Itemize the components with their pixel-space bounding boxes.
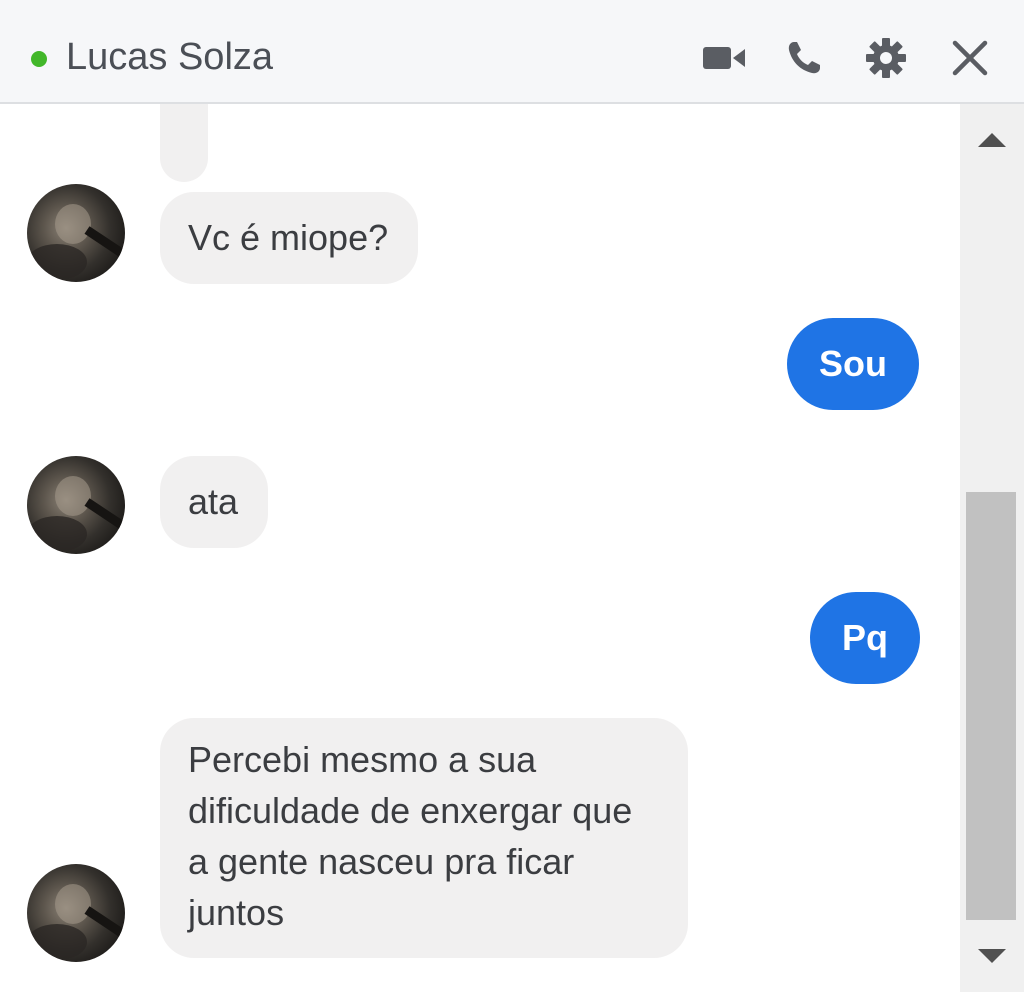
scroll-up-arrow-icon[interactable]: [960, 108, 1024, 172]
online-status-dot: [31, 51, 47, 67]
phone-icon[interactable]: [778, 32, 830, 84]
chat-header: Lucas Solza: [0, 0, 1024, 104]
scrollbar[interactable]: [960, 104, 1024, 992]
contact-avatar[interactable]: [27, 456, 125, 554]
previous-message-bubble: [160, 104, 208, 182]
incoming-message[interactable]: ata: [160, 456, 269, 548]
contact-avatar[interactable]: [27, 864, 125, 962]
outgoing-message[interactable]: Pq: [810, 592, 920, 684]
video-camera-icon[interactable]: [698, 32, 750, 84]
contact-name[interactable]: Lucas Solza: [66, 34, 273, 80]
chat-window: Lucas Solza Vc é miope? Sou ata Pq Perce…: [0, 0, 1024, 992]
outgoing-message[interactable]: Sou: [787, 318, 919, 410]
scroll-down-arrow-icon[interactable]: [960, 924, 1024, 988]
incoming-message[interactable]: Vc é miope?: [160, 192, 419, 284]
incoming-message[interactable]: Percebi mesmo a sua dificuldade de enxer…: [160, 718, 688, 958]
contact-avatar[interactable]: [27, 184, 125, 282]
gear-icon[interactable]: [860, 32, 912, 84]
message-list[interactable]: Vc é miope? Sou ata Pq Percebi mesmo a s…: [0, 104, 960, 992]
scrollbar-thumb[interactable]: [966, 492, 1016, 920]
close-icon[interactable]: [944, 32, 996, 84]
